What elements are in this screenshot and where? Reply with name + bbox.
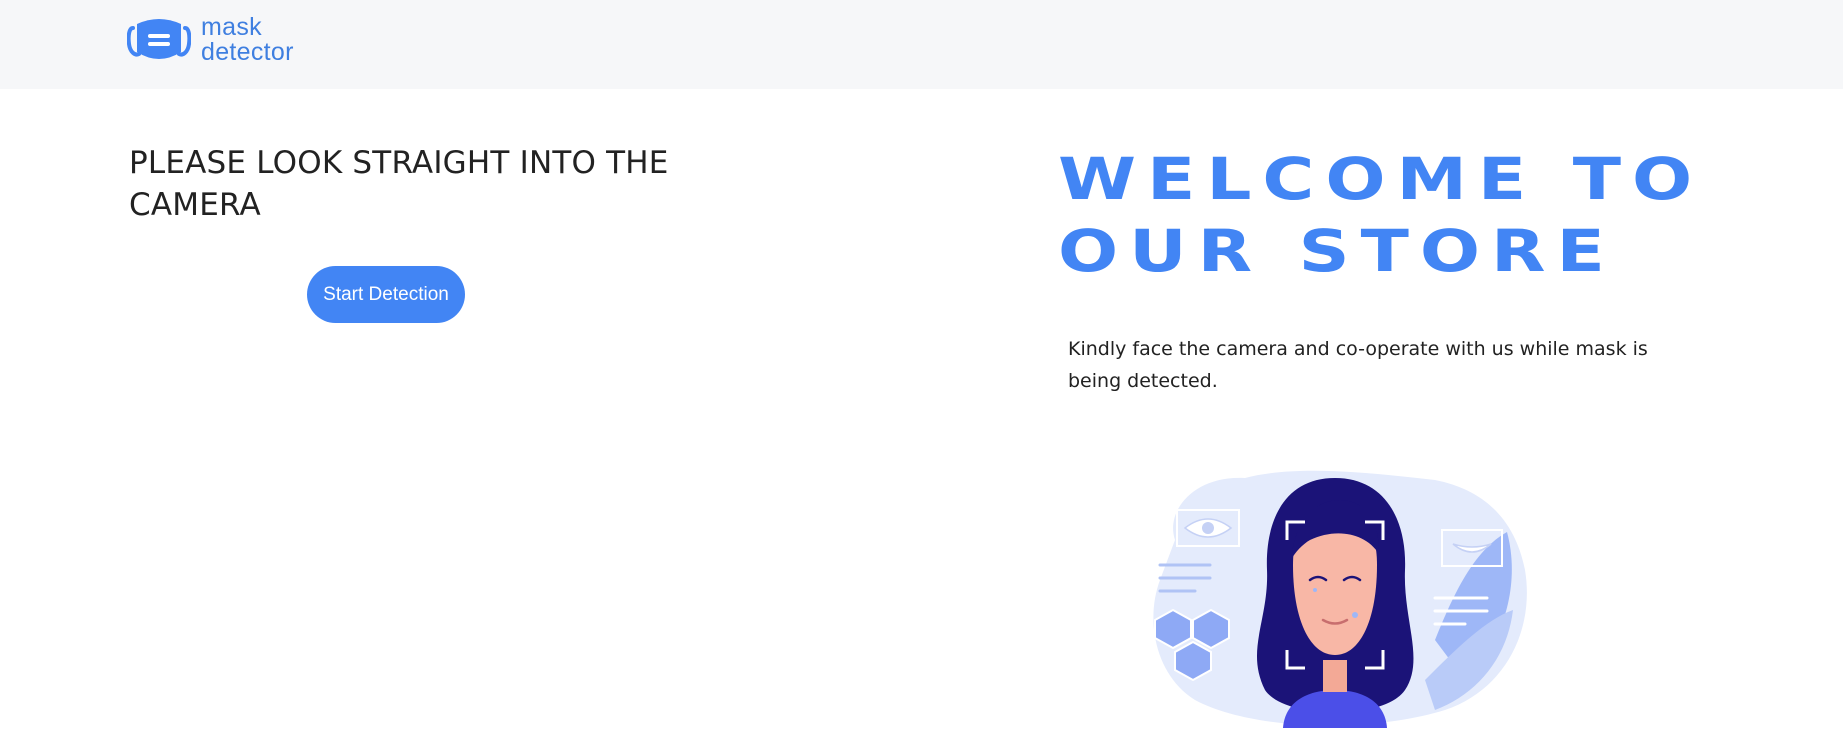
instruction-description: Kindly face the camera and co-operate wi…	[1068, 338, 1648, 392]
top-navbar: mask detector	[0, 0, 1843, 89]
brand-name: mask detector	[201, 15, 294, 65]
welcome-line2: OUR STORE	[1058, 217, 1616, 285]
face-mask-icon	[127, 19, 191, 59]
brand-name-line2: detector	[201, 38, 294, 66]
camera-instruction-title: PLEASE LOOK STRAIGHT INTO THE CAMERA	[129, 145, 669, 223]
face-scan-illustration	[1153, 470, 1527, 728]
start-detection-button[interactable]: Start Detection	[307, 266, 465, 323]
welcome-heading: WELCOME TO OUR STORE	[1058, 143, 1843, 287]
brand-logo[interactable]: mask detector	[127, 14, 294, 66]
welcome-line1: WELCOME TO	[1058, 145, 1704, 213]
brand-name-line1: mask	[201, 13, 262, 41]
